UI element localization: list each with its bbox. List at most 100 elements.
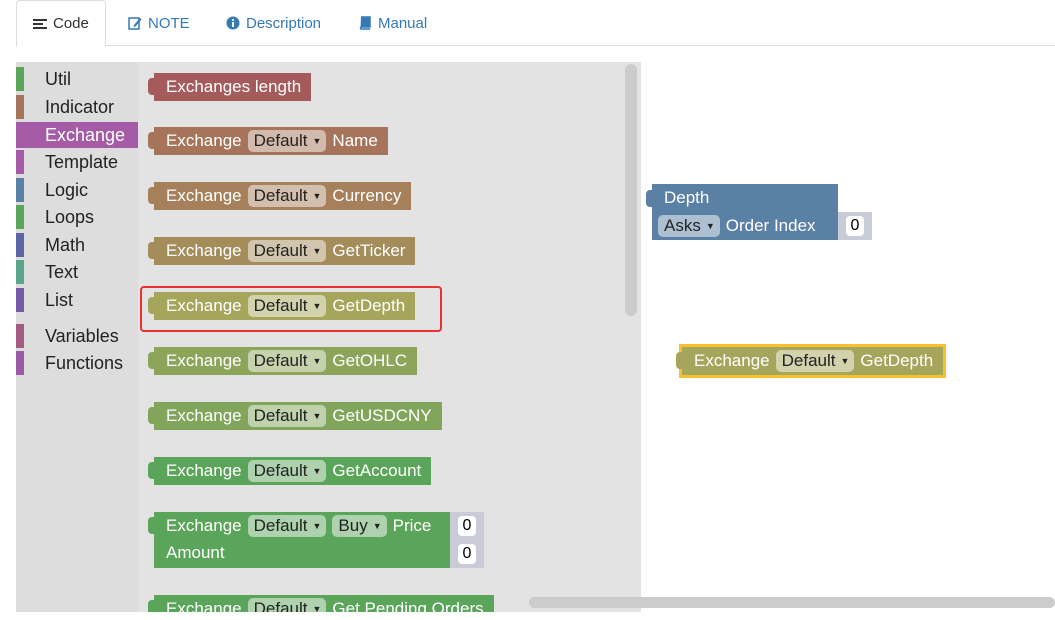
triangle-down-icon: ▼ bbox=[840, 356, 850, 366]
block-exchange-getticker[interactable]: Exchange Default ▼ GetTicker bbox=[148, 237, 416, 265]
dropdown-value: Buy bbox=[338, 516, 368, 535]
workspace-horizontal-scrollbar[interactable] bbox=[529, 597, 1055, 608]
exchange-dropdown[interactable]: Default ▼ bbox=[247, 350, 327, 372]
block-label: Currency bbox=[332, 186, 402, 205]
dropdown-value: Default bbox=[781, 351, 836, 370]
order-index-socket[interactable]: 0 bbox=[838, 212, 872, 240]
category-indicator[interactable]: Indicator bbox=[16, 94, 138, 120]
exchange-dropdown[interactable]: Default ▼ bbox=[247, 240, 327, 262]
triangle-down-icon: ▼ bbox=[312, 136, 322, 146]
tab-description[interactable]: Description bbox=[210, 0, 337, 46]
exchange-dropdown[interactable]: Default ▼ bbox=[247, 185, 327, 207]
category-list[interactable]: List bbox=[16, 287, 138, 313]
order-index-value[interactable]: 0 bbox=[845, 216, 865, 236]
block-title: Depth bbox=[664, 188, 710, 207]
category-label: Template bbox=[45, 152, 119, 172]
price-input-socket[interactable]: 0 bbox=[450, 512, 484, 540]
exchange-dropdown[interactable]: Default ▼ bbox=[775, 350, 855, 372]
triangle-down-icon: ▼ bbox=[312, 604, 322, 612]
block-label: Amount bbox=[166, 543, 225, 562]
triangle-down-icon: ▼ bbox=[372, 521, 382, 531]
dropdown-value: Default bbox=[253, 186, 308, 205]
block-output-connector bbox=[148, 242, 156, 259]
book-icon bbox=[359, 16, 371, 30]
amount-value[interactable]: 0 bbox=[457, 544, 477, 564]
block-exchanges-length[interactable]: Exchanges length bbox=[148, 73, 312, 101]
block-label: Exchange bbox=[166, 406, 242, 425]
block-output-connector bbox=[148, 352, 156, 369]
block-label: Exchange bbox=[166, 131, 242, 150]
block-label: GetUSDCNY bbox=[332, 406, 432, 425]
list-icon bbox=[33, 18, 47, 29]
tab-code-label: Code bbox=[53, 15, 89, 32]
block-output-connector bbox=[676, 352, 684, 369]
asks-bids-dropdown[interactable]: Asks ▼ bbox=[658, 215, 720, 237]
triangle-down-icon: ▼ bbox=[312, 466, 322, 476]
category-variables[interactable]: Variables bbox=[16, 323, 138, 349]
dropdown-value: Default bbox=[253, 461, 308, 480]
block-exchange-buy[interactable]: Exchange Default ▼ Buy ▼ Price Amount 0 0 bbox=[148, 512, 484, 568]
block-exchange-getdepth-canvas[interactable]: Exchange Default ▼ GetDepth bbox=[676, 344, 947, 378]
block-label: Get Pending Orders bbox=[332, 599, 484, 612]
category-label: List bbox=[45, 290, 74, 310]
exchange-dropdown[interactable]: Default ▼ bbox=[247, 405, 327, 427]
block-label: GetTicker bbox=[332, 241, 406, 260]
block-exchange-name[interactable]: Exchange Default ▼ Name bbox=[148, 127, 388, 155]
category-exchange[interactable]: Exchange bbox=[16, 122, 138, 148]
direction-dropdown[interactable]: Buy ▼ bbox=[332, 515, 387, 537]
triangle-down-icon: ▼ bbox=[312, 521, 322, 531]
block-label: Price bbox=[392, 516, 432, 535]
block-label: Exchange bbox=[694, 351, 770, 370]
workspace-canvas[interactable] bbox=[641, 62, 1055, 612]
blockly-workspace[interactable]: Util Indicator Exchange Template Logic L… bbox=[16, 62, 1055, 612]
tab-bar: Code NOTE Description Manual bbox=[16, 0, 1055, 47]
block-exchange-getaccount[interactable]: Exchange Default ▼ GetAccount bbox=[148, 457, 432, 485]
block-label: GetDepth bbox=[860, 351, 934, 370]
exchange-dropdown[interactable]: Default ▼ bbox=[247, 598, 327, 612]
exchange-dropdown[interactable]: Default ▼ bbox=[247, 130, 327, 152]
block-output-connector bbox=[148, 600, 156, 612]
block-exchange-getohlc[interactable]: Exchange Default ▼ GetOHLC bbox=[148, 347, 418, 375]
tab-note[interactable]: NOTE bbox=[112, 0, 206, 46]
block-exchange-get-pending-orders[interactable]: Exchange Default ▼ Get Pending Orders bbox=[148, 595, 494, 612]
dropdown-value: Default bbox=[253, 131, 308, 150]
category-stripe bbox=[16, 324, 24, 348]
block-output-connector bbox=[148, 517, 156, 534]
block-exchange-getusdcny[interactable]: Exchange Default ▼ GetUSDCNY bbox=[148, 402, 442, 430]
category-functions[interactable]: Functions bbox=[16, 350, 138, 376]
tab-manual-label: Manual bbox=[378, 14, 428, 32]
block-row-price: Exchange Default ▼ Buy ▼ Price bbox=[166, 515, 431, 537]
info-icon bbox=[226, 16, 240, 30]
block-output-connector bbox=[646, 190, 654, 207]
category-stripe bbox=[16, 67, 24, 91]
flyout-scrollbar[interactable] bbox=[625, 64, 637, 316]
category-util[interactable]: Util bbox=[16, 66, 138, 92]
category-stripe bbox=[16, 150, 24, 174]
category-text[interactable]: Text bbox=[16, 259, 138, 285]
block-depth[interactable]: Depth Asks ▼ Order Index 0 bbox=[646, 184, 872, 240]
exchange-dropdown[interactable]: Default ▼ bbox=[247, 515, 327, 537]
category-logic[interactable]: Logic bbox=[16, 177, 138, 203]
category-template[interactable]: Template bbox=[16, 149, 138, 175]
category-stripe bbox=[16, 233, 24, 257]
toolbox-flyout: Exchanges length Exchange Default ▼ Name … bbox=[138, 62, 641, 612]
block-exchange-currency[interactable]: Exchange Default ▼ Currency bbox=[148, 182, 412, 210]
block-label: Exchange bbox=[166, 241, 242, 260]
highlight-annotation bbox=[140, 286, 442, 332]
block-output-connector bbox=[148, 132, 156, 149]
amount-input-socket[interactable]: 0 bbox=[450, 540, 484, 568]
exchange-dropdown[interactable]: Default ▼ bbox=[247, 460, 327, 482]
category-stripe bbox=[16, 260, 24, 284]
tab-manual[interactable]: Manual bbox=[342, 0, 443, 46]
block-output-connector bbox=[148, 187, 156, 204]
category-loops[interactable]: Loops bbox=[16, 204, 138, 230]
price-value[interactable]: 0 bbox=[457, 516, 477, 536]
block-output-connector bbox=[148, 462, 156, 479]
category-label: Functions bbox=[45, 353, 124, 373]
block-label: Exchange bbox=[166, 351, 242, 370]
category-stripe bbox=[16, 178, 24, 202]
tab-code[interactable]: Code bbox=[16, 0, 106, 47]
tab-note-label: NOTE bbox=[148, 14, 190, 32]
block-label: Exchange bbox=[166, 461, 242, 480]
category-math[interactable]: Math bbox=[16, 232, 138, 258]
